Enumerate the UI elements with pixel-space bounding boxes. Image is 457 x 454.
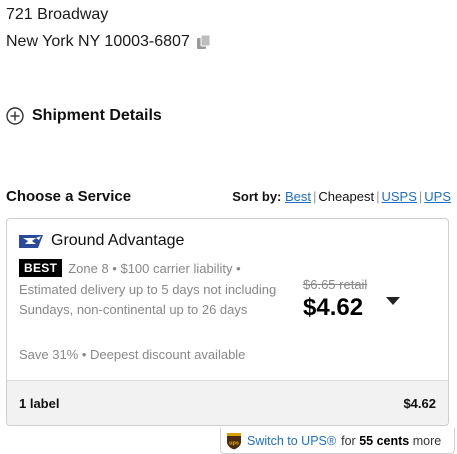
retail-price: $6.65 retail xyxy=(303,277,368,292)
address-line-1: 721 Broadway xyxy=(6,6,109,23)
discounted-price: $4.62 xyxy=(303,294,364,321)
service-meta-row: BEST Zone 8 • $100 carrier liability • xyxy=(19,259,241,277)
best-badge: BEST xyxy=(19,259,63,277)
sort-label: Sort by: xyxy=(232,189,282,204)
shipment-details-label: Shipment Details xyxy=(32,107,162,124)
ups-for-text: for xyxy=(341,433,356,448)
copy-icon[interactable] xyxy=(196,34,212,50)
service-description: Estimated delivery up to 5 days not incl… xyxy=(19,282,277,317)
choose-service-title: Choose a Service xyxy=(6,188,132,205)
service-card-ground-advantage[interactable]: Ground Advantage BEST Zone 8 • $100 carr… xyxy=(6,218,449,426)
shipment-details-toggle[interactable]: Shipment Details xyxy=(6,107,162,125)
price-column: $6.65 retail $4.62 xyxy=(303,277,367,322)
choose-service-header: Choose a Service Sort by: Best | Cheapest |… xyxy=(6,188,451,205)
service-title-row: Ground Advantage xyxy=(19,232,184,250)
service-meta: Zone 8 • $100 carrier liability • xyxy=(68,260,241,276)
plus-circle-icon xyxy=(6,107,24,125)
usps-eagle-icon xyxy=(19,232,45,250)
service-savings: Save 31% • Deepest discount available xyxy=(19,347,246,362)
ups-switch-offer: ups Switch to UPS® for 55 cents more xyxy=(220,428,455,454)
address-line-2-row: New York NY 10003-6807 xyxy=(6,33,212,51)
sort-usps-link[interactable]: USPS xyxy=(381,189,416,204)
sort-ups-link[interactable]: UPS xyxy=(424,189,451,204)
footer-total: $4.62 xyxy=(403,396,436,411)
ups-shield-icon: ups xyxy=(226,432,242,450)
label-count: 1 label xyxy=(19,396,60,411)
sort-controls: Sort by: Best | Cheapest | USPS | UPS xyxy=(232,189,451,204)
ups-offer-text: for 55 cents more xyxy=(341,434,441,448)
chevron-down-icon[interactable] xyxy=(385,293,401,305)
service-name: Ground Advantage xyxy=(51,232,185,249)
sort-cheapest-option[interactable]: Cheapest xyxy=(318,189,374,204)
service-card-body: Ground Advantage BEST Zone 8 • $100 carr… xyxy=(7,219,448,379)
svg-text:ups: ups xyxy=(229,440,239,446)
address-line-2: New York NY 10003-6807 xyxy=(6,33,190,50)
ups-amount: 55 cents xyxy=(359,433,410,448)
switch-to-ups-link[interactable]: Switch to UPS® xyxy=(247,434,336,448)
ups-more-text: more xyxy=(412,433,442,448)
sort-best-link[interactable]: Best xyxy=(285,189,311,204)
service-card-footer: 1 label $4.62 xyxy=(7,380,448,425)
